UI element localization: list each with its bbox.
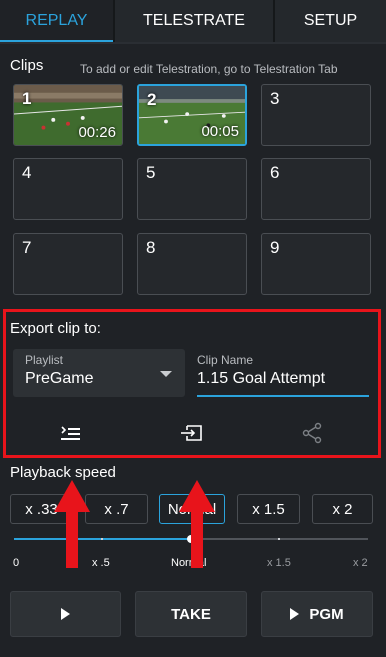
- clip-slot-7[interactable]: 7: [13, 233, 123, 295]
- clip-slot-2[interactable]: 2 00:05: [137, 84, 247, 146]
- clip-number: 2: [147, 90, 157, 109]
- playlist-caption: Playlist: [25, 353, 64, 367]
- clip-slot-6[interactable]: 6: [261, 158, 371, 220]
- clip-number: 3: [270, 89, 280, 108]
- export-label: Export clip to:: [10, 320, 101, 337]
- play-icon: [290, 608, 300, 620]
- clips-label: Clips: [10, 57, 44, 74]
- export-input-icon[interactable]: [177, 420, 207, 446]
- annotation-arrow: [54, 480, 90, 568]
- take-label: TAKE: [171, 605, 211, 623]
- pgm-button[interactable]: PGM: [261, 591, 373, 637]
- clip-slot-5[interactable]: 5: [137, 158, 247, 220]
- speed-option-07[interactable]: x .7: [85, 494, 148, 524]
- clip-number: 1: [22, 89, 32, 108]
- speed-option-2[interactable]: x 2: [312, 494, 373, 524]
- playlist-add-icon[interactable]: [56, 420, 86, 446]
- slider-label-2: x 2: [353, 557, 368, 569]
- pgm-label: PGM: [309, 605, 344, 623]
- slider-tick: [278, 538, 280, 540]
- playlist-value: PreGame: [25, 370, 94, 387]
- tab-setup[interactable]: SETUP: [275, 0, 386, 42]
- clip-number: 5: [146, 163, 156, 182]
- annotation-arrow: [179, 480, 215, 568]
- speed-option-15[interactable]: x 1.5: [237, 494, 300, 524]
- tab-bar: REPLAY TELESTRATE SETUP: [0, 0, 386, 42]
- slider-label-05: x .5: [92, 557, 110, 569]
- share-icon[interactable]: [297, 420, 327, 446]
- tab-underline: [0, 42, 386, 44]
- play-icon: [61, 608, 70, 620]
- clip-duration: 00:26: [78, 124, 116, 141]
- clip-slot-4[interactable]: 4: [13, 158, 123, 220]
- slider-tick: [101, 538, 103, 540]
- clip-duration: 00:05: [201, 123, 239, 140]
- clip-name-input[interactable]: [197, 370, 369, 388]
- clip-number: 4: [22, 163, 32, 182]
- slider-label-0: 0: [13, 557, 20, 569]
- telestration-hint: To add or edit Telestration, go to Teles…: [80, 62, 338, 76]
- play-button[interactable]: [10, 591, 121, 637]
- clip-slot-9[interactable]: 9: [261, 233, 371, 295]
- take-button[interactable]: TAKE: [135, 591, 247, 637]
- tab-replay[interactable]: REPLAY: [0, 0, 113, 42]
- clip-number: 6: [270, 163, 280, 182]
- clip-slot-8[interactable]: 8: [137, 233, 247, 295]
- clip-number: 8: [146, 238, 156, 257]
- clip-slot-1[interactable]: 1 00:26: [13, 84, 123, 146]
- clip-name-caption: Clip Name: [197, 353, 254, 367]
- clip-name-underline: [197, 395, 369, 397]
- tab-telestrate[interactable]: TELESTRATE: [115, 0, 273, 42]
- slider-label-15: x 1.5: [267, 557, 291, 569]
- clip-slot-3[interactable]: 3: [261, 84, 371, 146]
- clip-number: 7: [22, 238, 32, 257]
- clip-number: 9: [270, 238, 280, 257]
- caret-down-icon[interactable]: [160, 371, 172, 377]
